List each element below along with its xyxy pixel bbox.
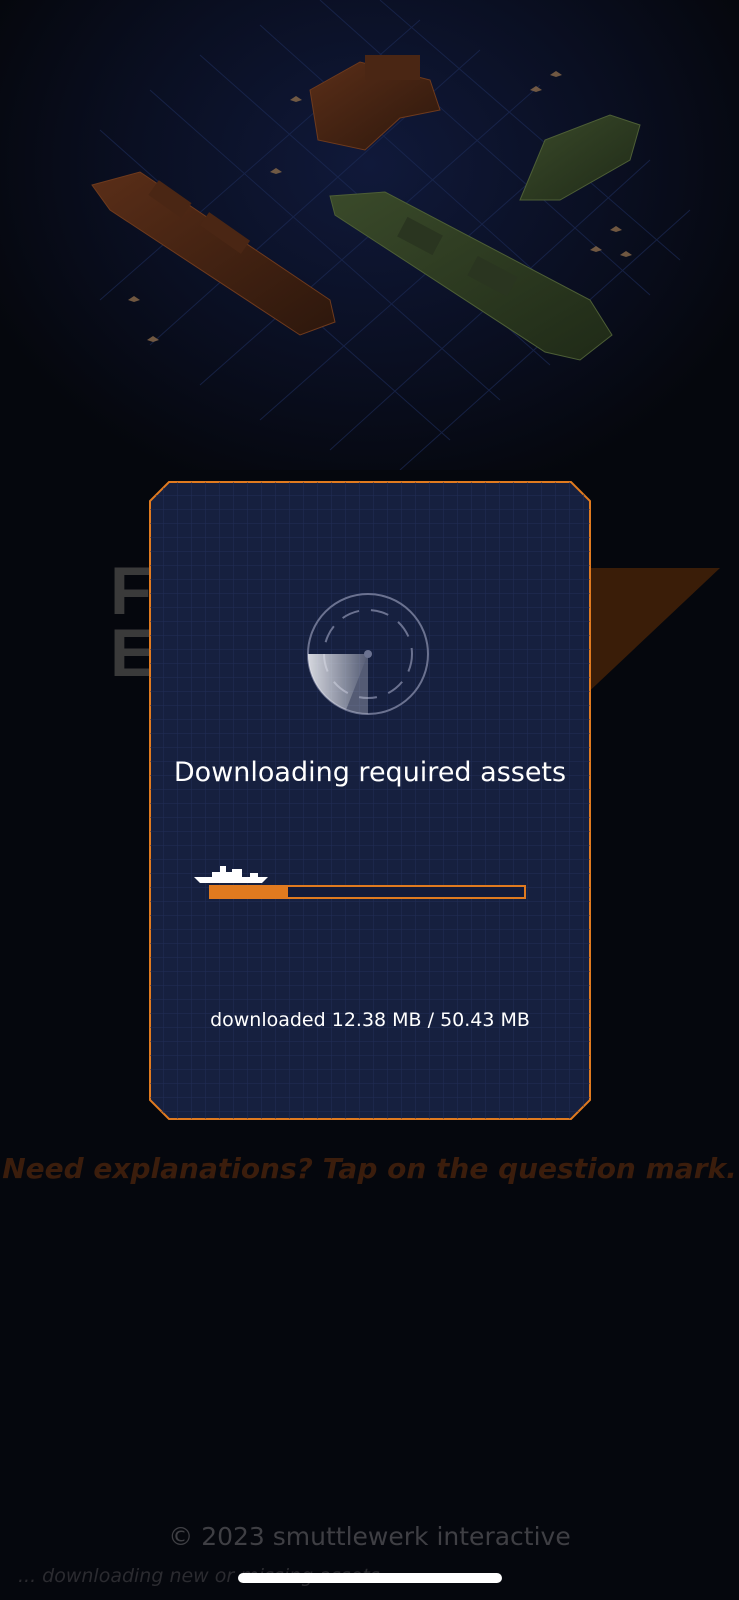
- hero-artwork: [0, 0, 739, 470]
- help-hint-text: Need explanations? Tap on the question m…: [2, 1152, 737, 1185]
- download-dialog: Downloading required assets downloaded 1…: [149, 481, 591, 1120]
- download-progress-fill: [211, 887, 288, 897]
- copyright-text: © 2023 smuttlewerk interactive: [168, 1522, 571, 1551]
- home-indicator[interactable]: [238, 1573, 502, 1583]
- battleship-grid-illustration: [91, 0, 691, 470]
- download-progress-bar: [209, 885, 526, 899]
- dialog-title: Downloading required assets: [173, 757, 567, 788]
- download-size-text: downloaded 12.38 MB / 50.43 MB: [210, 1009, 530, 1031]
- radar-icon: [307, 593, 429, 715]
- ship-icon: [194, 866, 268, 883]
